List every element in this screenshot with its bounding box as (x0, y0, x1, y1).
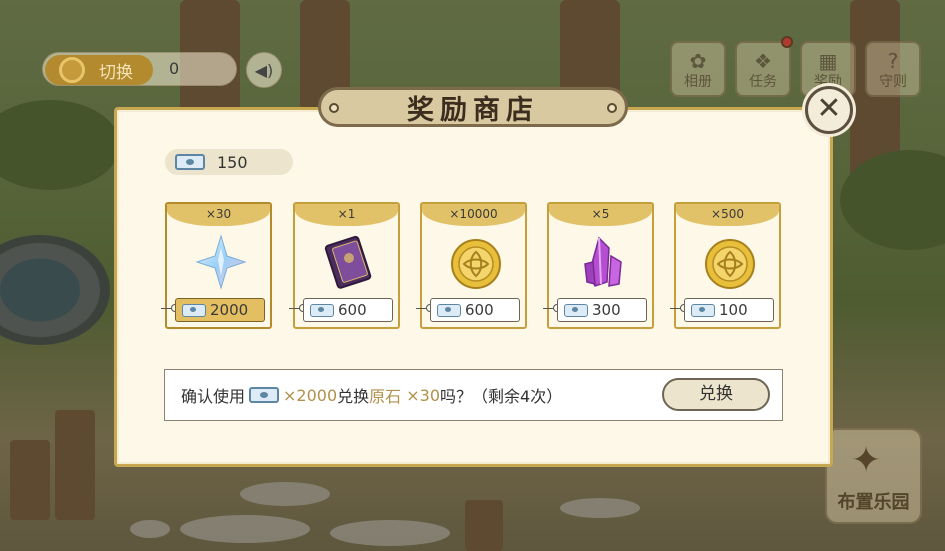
coin-icon (59, 57, 85, 83)
item-price-value: 100 (719, 301, 748, 319)
question-icon: ? (887, 49, 899, 73)
item-price: 100 (684, 298, 774, 322)
confirm-item-name: 原石 (369, 387, 402, 406)
mora-coin-icon (705, 239, 755, 289)
ticket-icon (310, 303, 334, 317)
speaker-icon: ◀) (254, 60, 274, 80)
sound-button[interactable]: ◀) (246, 52, 282, 88)
switch-label: 切换 (99, 62, 133, 83)
item-quantity: ×5 (549, 204, 652, 226)
ticket-icon (437, 303, 461, 317)
item-price-value: 600 (465, 301, 494, 319)
confirm-middle: 兑换 (337, 387, 370, 406)
tasks-label: 任务 (749, 74, 777, 90)
purple-crystal-icon (584, 236, 622, 287)
exchange-confirm-bar: 确认使用 ×2000 兑换 原石 ×30 吗？（剩余4次） 兑换 (164, 369, 783, 421)
shop-item-crystal[interactable]: ×5 300 (543, 202, 654, 329)
switch-button[interactable]: 切换 (45, 55, 153, 85)
currency-pill: 切换 0 (42, 52, 237, 86)
mora-coin-icon (451, 239, 501, 289)
rules-button[interactable]: ? 守则 (865, 41, 921, 97)
close-button[interactable]: ✕ (805, 86, 853, 134)
dialog-title: 奖励商店 (407, 94, 539, 126)
ticket-icon (182, 303, 206, 317)
confirm-cost: ×2000 (283, 385, 338, 405)
ticket-balance-value: 150 (217, 152, 248, 172)
ticket-icon (564, 303, 588, 317)
close-icon: ✕ (816, 91, 842, 126)
ticket-icon (249, 387, 280, 403)
puzzle-icon: ✿ (689, 49, 707, 73)
ticket-balance: 150 (165, 149, 293, 175)
rules-label: 守则 (879, 74, 907, 90)
tasks-button[interactable]: ❖ 任务 (735, 41, 791, 97)
confirm-item-qty: ×30 (401, 385, 441, 405)
confirm-suffix: 吗？（剩余4次） (440, 387, 563, 406)
item-quantity: ×1 (295, 204, 398, 226)
item-quantity: ×500 (676, 204, 779, 226)
title-knob-left (329, 103, 339, 113)
shop-item-book[interactable]: ×1 600 (289, 202, 400, 329)
confirm-message: 确认使用 ×2000 兑换 原石 ×30 吗？（剩余4次） (181, 383, 562, 407)
book-stack-icon: ❖ (754, 49, 772, 73)
notification-dot (781, 36, 793, 48)
shop-item-mora[interactable]: ×10000 600 (416, 202, 527, 329)
album-label: 相册 (684, 74, 712, 90)
shop-item-primogem[interactable]: ×30 2000 (161, 202, 272, 329)
confirm-prefix: 确认使用 (181, 387, 246, 406)
item-price: 2000 (175, 298, 265, 322)
item-price: 600 (430, 298, 520, 322)
album-button[interactable]: ✿ 相册 (670, 41, 726, 97)
item-price-value: 300 (592, 301, 621, 319)
item-price: 600 (303, 298, 393, 322)
arrange-park-button[interactable]: ✦ 布置乐园 (825, 428, 922, 524)
primogem-icon (195, 234, 247, 290)
ticket-icon (691, 303, 715, 317)
dialog-title-plate: 奖励商店 (318, 87, 628, 127)
coin-value: 0 (169, 59, 180, 78)
item-quantity: ×10000 (422, 204, 525, 226)
exchange-button[interactable]: 兑换 (662, 378, 770, 411)
book-icon (324, 235, 372, 289)
magic-wand-icon: ✦ (851, 440, 882, 481)
shop-item-mora[interactable]: ×500 100 (670, 202, 781, 329)
shop-icon: ▦ (818, 49, 838, 73)
item-price: 300 (557, 298, 647, 322)
item-price-value: 2000 (210, 301, 249, 319)
item-price-value: 600 (338, 301, 367, 319)
title-knob-right (607, 103, 617, 113)
item-quantity: ×30 (167, 204, 270, 226)
ticket-icon (175, 154, 205, 170)
arrange-park-label: 布置乐园 (837, 492, 910, 513)
